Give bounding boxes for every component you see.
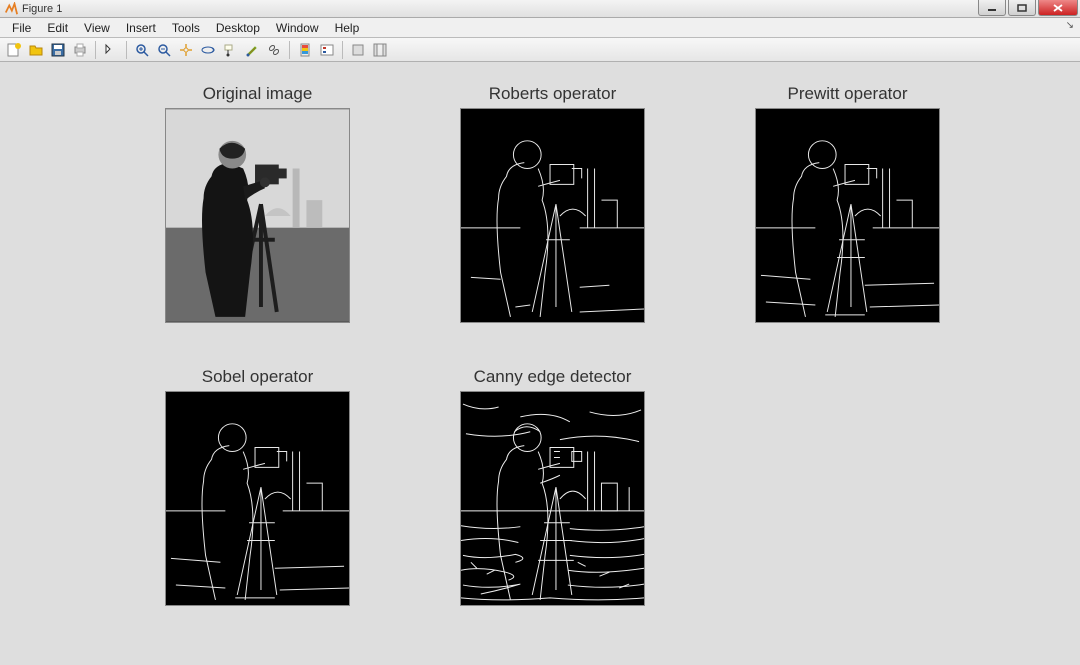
new-figure-button[interactable] [4,40,24,60]
menu-insert[interactable]: Insert [118,19,164,37]
edit-plot-button[interactable] [101,40,121,60]
menu-window[interactable]: Window [268,19,327,37]
matlab-icon [4,2,18,16]
menu-edit[interactable]: Edit [39,19,76,37]
titlebar: Figure 1 [0,0,1080,18]
subplot-canny-edge-detector: Canny edge detector [460,367,645,606]
subplot-title: Canny edge detector [460,367,645,387]
rotate-3d-button[interactable] [198,40,218,60]
toolbar [0,38,1080,62]
subplot-title: Original image [165,84,350,104]
hide-plot-tools-button[interactable] [348,40,368,60]
menubar: File Edit View Insert Tools Desktop Wind… [0,18,1080,38]
image-axes[interactable] [165,108,350,323]
toolbar-separator [342,41,343,59]
print-button[interactable] [70,40,90,60]
image-axes[interactable] [165,391,350,606]
figure-canvas: Original image [0,62,1080,665]
pan-button[interactable] [176,40,196,60]
save-button[interactable] [48,40,68,60]
toolbar-separator [289,41,290,59]
subplot-prewitt-operator: Prewitt operator [755,84,940,323]
brush-button[interactable] [242,40,262,60]
subplot-title: Roberts operator [460,84,645,104]
window-controls [978,0,1078,16]
menu-desktop[interactable]: Desktop [208,19,268,37]
toolbar-separator [126,41,127,59]
insert-legend-button[interactable] [317,40,337,60]
subplot-original-image: Original image [165,84,350,323]
subplot-title: Prewitt operator [755,84,940,104]
subplot-roberts-operator: Roberts operator [460,84,645,323]
image-axes[interactable] [460,391,645,606]
dock-toggle-icon[interactable]: ↘ [1066,20,1074,31]
zoom-in-button[interactable] [132,40,152,60]
image-axes[interactable] [460,108,645,323]
data-cursor-button[interactable] [220,40,240,60]
window-title: Figure 1 [22,3,62,15]
show-plot-tools-button[interactable] [370,40,390,60]
open-button[interactable] [26,40,46,60]
menu-help[interactable]: Help [327,19,368,37]
close-button[interactable] [1038,0,1078,16]
maximize-button[interactable] [1008,0,1036,16]
link-button[interactable] [264,40,284,60]
insert-colorbar-button[interactable] [295,40,315,60]
subplot-title: Sobel operator [165,367,350,387]
image-axes[interactable] [755,108,940,323]
subplot-sobel-operator: Sobel operator [165,367,350,606]
zoom-out-button[interactable] [154,40,174,60]
minimize-button[interactable] [978,0,1006,16]
toolbar-separator [95,41,96,59]
menu-tools[interactable]: Tools [164,19,208,37]
menu-file[interactable]: File [4,19,39,37]
menu-view[interactable]: View [76,19,118,37]
